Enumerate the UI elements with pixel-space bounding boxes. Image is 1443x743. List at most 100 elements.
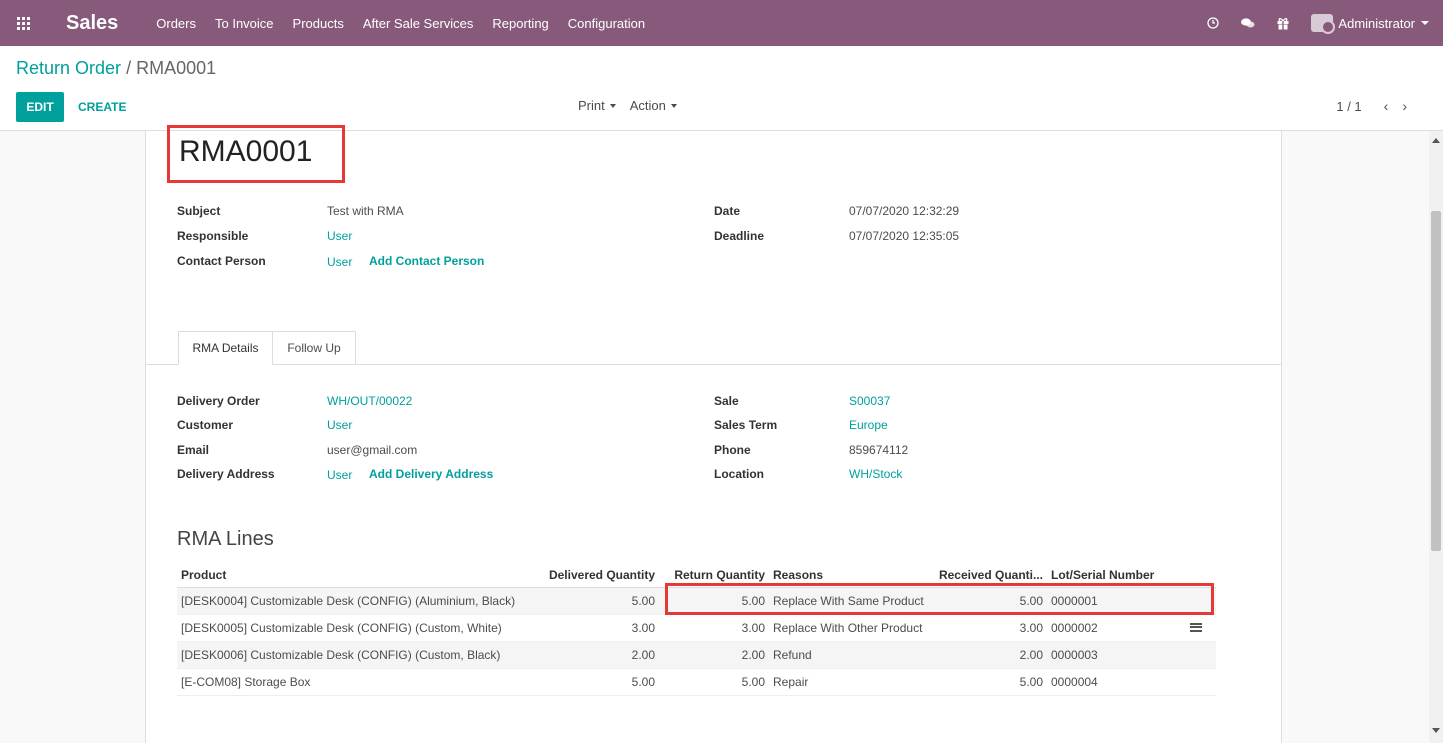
action-label: Action: [629, 98, 666, 113]
sales-term-link[interactable]: Europe: [849, 418, 888, 432]
contact-person-label: Contact Person: [177, 254, 266, 268]
systray: Administrator: [1185, 0, 1429, 46]
deadline-label: Deadline: [714, 229, 765, 243]
main-menu: Orders To Invoice Products After Sale Se…: [156, 16, 664, 31]
cell-reason: Replace With Other Product: [769, 614, 929, 642]
gift-icon[interactable]: [1277, 17, 1289, 30]
caret-down-icon: [670, 103, 677, 108]
sidebar-actions: Print Action: [578, 98, 691, 113]
email-value: user@gmail.com: [327, 443, 418, 457]
cell-reason: Refund: [769, 641, 929, 669]
chat-icon[interactable]: [1241, 17, 1255, 29]
scroll-up-icon[interactable]: [1432, 138, 1440, 143]
pager-value[interactable]: 1 / 1: [1336, 99, 1361, 114]
cell-delivered-qty: 5.00: [533, 668, 659, 696]
responsible-label: Responsible: [177, 229, 249, 243]
list-icon[interactable]: [1190, 622, 1202, 632]
cell-product: [DESK0006] Customizable Desk (CONFIG) (C…: [177, 641, 533, 669]
scroll-down-icon[interactable]: [1432, 728, 1440, 733]
contact-person-link[interactable]: User: [327, 255, 352, 269]
caret-down-icon: [609, 103, 616, 108]
user-name: Administrator: [1338, 15, 1415, 31]
cell-return-qty: 3.00: [659, 614, 769, 642]
chevron-right-icon[interactable]: ›: [1402, 98, 1421, 114]
form-sheet: RMA0001 Subject Test with RMA Responsibl…: [145, 125, 1282, 743]
control-panel: Return Order / RMA0001 EDIT CREATE Print…: [0, 46, 1443, 131]
breadcrumb: Return Order / RMA0001: [16, 58, 216, 79]
menu-item-to-invoice[interactable]: To Invoice: [215, 16, 274, 31]
notebook-tabs: RMA Details Follow Up: [146, 331, 1281, 365]
menu-item-reporting[interactable]: Reporting: [492, 16, 548, 31]
create-button[interactable]: CREATE: [78, 92, 126, 122]
cell-lot-serial: 0000004: [1047, 668, 1186, 696]
cell-delivered-qty: 3.00: [533, 614, 659, 642]
table-row[interactable]: [E-COM08] Storage Box 5.00 5.00 Repair 5…: [177, 668, 1216, 696]
cell-received-qty: 2.00: [929, 641, 1047, 669]
deadline-value: 07/07/2020 12:35:05: [849, 229, 960, 243]
column-product[interactable]: Product: [177, 563, 533, 588]
sale-label: Sale: [714, 394, 739, 408]
breadcrumb-separator: /: [126, 58, 132, 78]
delivery-address-link[interactable]: User: [327, 468, 352, 482]
cell-return-qty: 5.00: [659, 668, 769, 696]
record-title: RMA0001: [179, 135, 313, 168]
cell-product: [DESK0005] Customizable Desk (CONFIG) (C…: [177, 614, 533, 642]
sale-link[interactable]: S00037: [849, 394, 890, 408]
tab-rma-details[interactable]: RMA Details: [178, 331, 273, 365]
breadcrumb-current: RMA0001: [136, 58, 217, 78]
print-label: Print: [578, 98, 605, 113]
menu-item-orders[interactable]: Orders: [156, 16, 196, 31]
table-row[interactable]: [DESK0005] Customizable Desk (CONFIG) (C…: [177, 614, 1216, 642]
customer-label: Customer: [177, 418, 234, 432]
delivery-order-label: Delivery Order: [177, 394, 260, 408]
apps-menu-icon[interactable]: [0, 0, 46, 46]
clock-icon[interactable]: [1207, 17, 1220, 29]
cell-options: [1186, 614, 1216, 642]
action-dropdown[interactable]: Action: [630, 98, 677, 113]
phone-label: Phone: [714, 443, 751, 457]
location-label: Location: [714, 467, 764, 481]
delivery-order-link[interactable]: WH/OUT/00022: [327, 394, 412, 408]
app-name[interactable]: Sales: [66, 12, 118, 35]
top-navbar: Sales Orders To Invoice Products After S…: [0, 0, 1443, 46]
cell-return-qty: 2.00: [659, 641, 769, 669]
cell-delivered-qty: 2.00: [533, 641, 659, 669]
scrollbar-thumb[interactable]: [1431, 211, 1441, 551]
vertical-scrollbar[interactable]: [1429, 131, 1443, 743]
cell-options: [1186, 668, 1216, 696]
customer-link[interactable]: User: [327, 418, 352, 432]
add-delivery-address-button[interactable]: Add Delivery Address: [369, 467, 493, 481]
cell-received-qty: 3.00: [929, 614, 1047, 642]
location-link[interactable]: WH/Stock: [849, 467, 902, 481]
print-dropdown[interactable]: Print: [578, 98, 616, 113]
add-contact-person-button[interactable]: Add Contact Person: [369, 254, 484, 268]
cell-delivered-qty: 5.00: [533, 587, 659, 615]
responsible-link[interactable]: User: [327, 229, 352, 243]
sales-term-label: Sales Term: [714, 418, 778, 432]
delivery-address-label: Delivery Address: [177, 467, 275, 481]
date-label: Date: [714, 204, 741, 218]
column-delivered-quantity[interactable]: Delivered Quantity: [533, 563, 659, 588]
rma-lines-title: RMA Lines: [177, 528, 274, 550]
phone-value: 859674112: [849, 443, 909, 457]
user-menu[interactable]: Administrator: [1311, 14, 1429, 34]
cell-reason: Repair: [769, 668, 929, 696]
chevron-left-icon[interactable]: ‹: [1384, 98, 1403, 114]
pager: 1 / 1 ‹›: [1336, 98, 1421, 114]
menu-item-products[interactable]: Products: [293, 16, 344, 31]
date-value: 07/07/2020 12:32:29: [849, 204, 960, 218]
table-row[interactable]: [DESK0006] Customizable Desk (CONFIG) (C…: [177, 641, 1216, 669]
cell-product: [DESK0004] Customizable Desk (CONFIG) (A…: [177, 587, 533, 615]
row-highlight-box: [665, 583, 1214, 615]
cell-received-qty: 5.00: [929, 668, 1047, 696]
breadcrumb-parent[interactable]: Return Order: [16, 58, 121, 78]
chevron-down-icon: [1421, 21, 1429, 25]
form-view: RMA0001 Subject Test with RMA Responsibl…: [0, 125, 1443, 743]
cell-product: [E-COM08] Storage Box: [177, 668, 533, 696]
subject-value: Test with RMA: [327, 204, 404, 218]
edit-button[interactable]: EDIT: [16, 92, 64, 122]
tab-follow-up[interactable]: Follow Up: [273, 331, 356, 365]
menu-item-configuration[interactable]: Configuration: [568, 16, 645, 31]
cell-lot-serial: 0000002: [1047, 614, 1186, 642]
menu-item-after-sale-services[interactable]: After Sale Services: [363, 16, 474, 31]
